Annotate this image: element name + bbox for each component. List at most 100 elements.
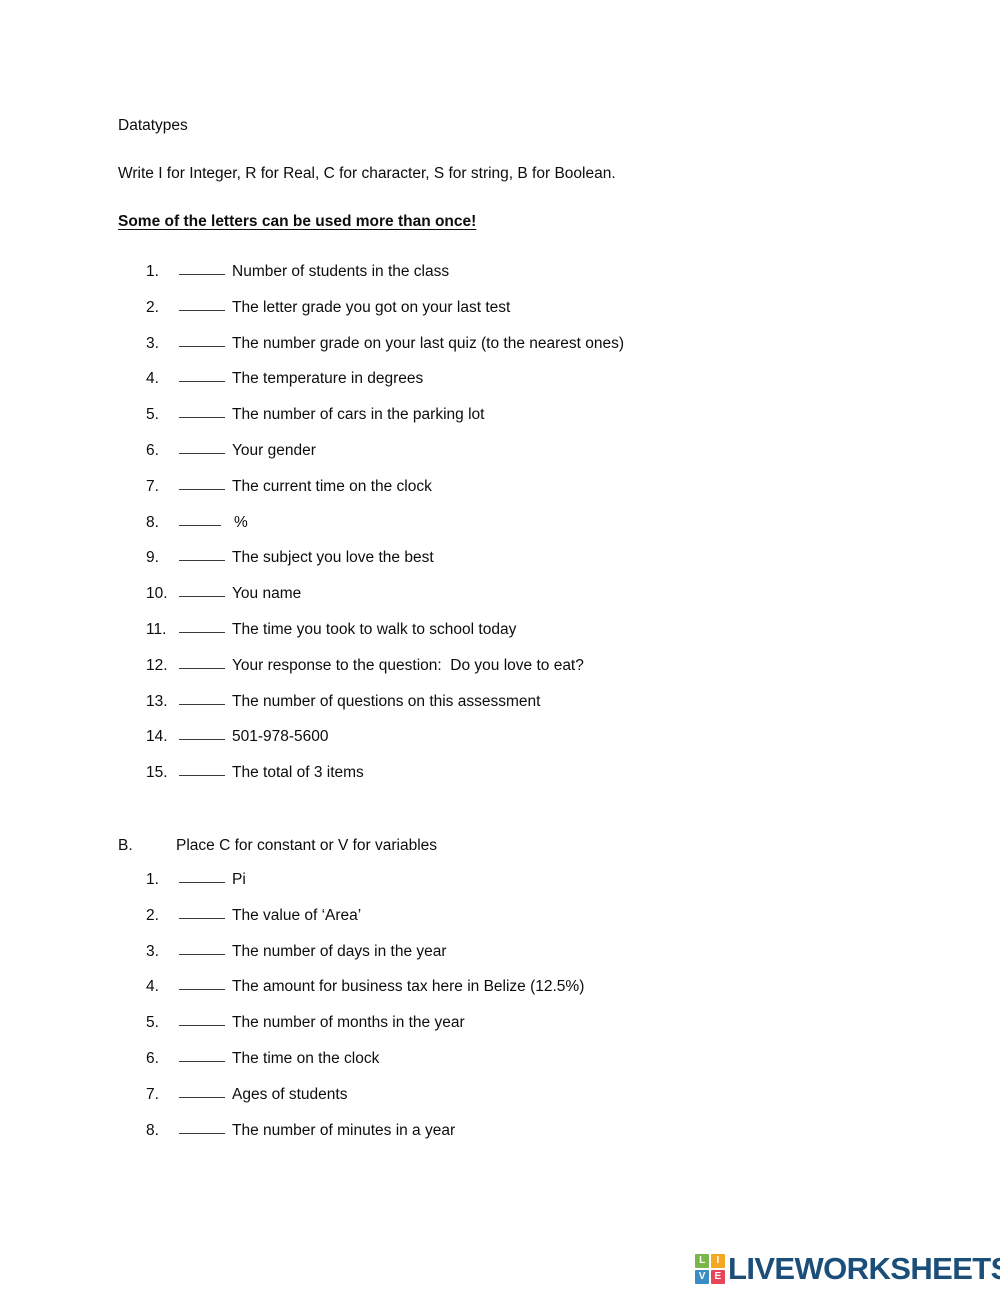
question-row: 1. Pi — [146, 871, 966, 907]
answer-blank[interactable] — [179, 656, 225, 669]
question-number: 6. — [146, 441, 159, 459]
answer-blank[interactable] — [179, 1049, 225, 1062]
question-text: Your gender — [232, 441, 316, 459]
logo-tile-v: V — [695, 1269, 710, 1284]
question-number: 7. — [146, 477, 159, 495]
question-row: 2. The letter grade you got on your last … — [146, 299, 966, 335]
question-number: 8. — [146, 1121, 159, 1139]
answer-blank[interactable] — [179, 727, 225, 741]
question-row: 6. The time on the clock — [146, 1050, 966, 1086]
answer-blank[interactable] — [179, 942, 225, 955]
answer-blank[interactable] — [179, 1121, 225, 1134]
question-row: 15. The total of 3 items — [146, 764, 966, 800]
question-number: 1. — [146, 263, 159, 280]
question-number: 10. — [146, 585, 168, 603]
question-row: 12. Your response to the question: Do you… — [146, 657, 966, 693]
question-number: 12. — [146, 656, 168, 674]
question-text: You name — [232, 585, 302, 603]
answer-blank[interactable] — [179, 513, 221, 526]
question-row: 4. The temperature in degrees — [146, 370, 966, 406]
question-row: 4. The amount for business tax here in Be… — [146, 978, 966, 1014]
question-row: 7. The current time on the clock — [146, 478, 966, 514]
answer-blank[interactable] — [179, 692, 225, 705]
question-number: 3. — [146, 942, 159, 960]
question-text: Ages of students — [232, 1085, 348, 1103]
question-number: 3. — [146, 334, 159, 352]
question-text: 501-978-5600 — [232, 728, 329, 746]
logo-tile-l: L — [695, 1254, 710, 1269]
answer-blank[interactable] — [179, 1085, 225, 1098]
question-number: 7. — [146, 1085, 159, 1103]
document-header: Datatypes Write I for Integer, R for Rea… — [118, 118, 918, 231]
answer-blank[interactable] — [179, 477, 225, 490]
logo-tile-i: I — [710, 1254, 725, 1269]
answer-blank[interactable] — [179, 763, 225, 777]
question-row: 8.% — [146, 514, 966, 550]
page-title: Datatypes — [118, 117, 188, 134]
question-text: Number of students in the class — [232, 263, 450, 280]
section-a-list: 1. Number of students in the class 2. The l… — [146, 263, 966, 800]
section-b-list: 1. Pi 2. The value of ‘Area’ 3. The number of… — [146, 871, 966, 1157]
question-number: 14. — [146, 728, 168, 746]
question-row: 9. The subject you love the best — [146, 549, 966, 585]
question-text: The number of cars in the parking lot — [232, 406, 485, 424]
question-row: 5. The number of cars in the parking lot — [146, 406, 966, 442]
section-b-title: Place C for constant or V for variables — [176, 837, 438, 854]
question-number: 9. — [146, 549, 159, 567]
answer-blank[interactable] — [179, 548, 225, 562]
question-row: 3. The number grade on your last quiz (to… — [146, 335, 966, 371]
question-row: 2. The value of ‘Area’ — [146, 907, 966, 943]
answer-blank[interactable] — [179, 441, 225, 454]
question-text: The time you took to walk to school toda… — [232, 620, 517, 638]
question-number: 15. — [146, 764, 168, 782]
section-b-letter: B. — [118, 837, 133, 854]
question-text: The current time on the clock — [232, 477, 432, 495]
question-number: 6. — [146, 1049, 159, 1067]
question-number: 2. — [146, 298, 159, 316]
question-row: 13. The number of questions on this asses… — [146, 693, 966, 729]
question-text: The value of ‘Area’ — [232, 906, 362, 924]
question-text: The temperature in degrees — [232, 370, 424, 388]
question-number: 4. — [146, 370, 159, 388]
question-number: 4. — [146, 978, 159, 996]
question-number: 1. — [146, 871, 159, 888]
answer-blank[interactable] — [179, 870, 225, 883]
answer-blank[interactable] — [179, 584, 225, 598]
instruction-line: Write I for Integer, R for Real, C for c… — [118, 164, 616, 182]
answer-blank[interactable] — [179, 369, 225, 383]
answer-blank[interactable] — [179, 405, 225, 419]
question-row: 5. The number of months in the year — [146, 1014, 966, 1050]
question-text: The total of 3 items — [232, 764, 364, 782]
answer-blank[interactable] — [179, 620, 225, 633]
answer-blank[interactable] — [179, 977, 225, 991]
question-text: The number of minutes in a year — [232, 1121, 456, 1139]
question-number: 2. — [146, 906, 159, 924]
question-row: 8. The number of minutes in a year — [146, 1122, 966, 1158]
answer-blank[interactable] — [179, 298, 225, 311]
question-row: 10. You name — [146, 585, 966, 621]
liveworksheets-wordmark: LIVEWORKSHEETS — [728, 1251, 1000, 1286]
liveworksheets-mark-icon: LIVE — [695, 1254, 725, 1284]
logo-tile-e: E — [710, 1269, 725, 1284]
question-text: The subject you love the best — [232, 549, 434, 567]
question-text: The amount for business tax here in Beli… — [232, 978, 585, 996]
answer-blank[interactable] — [179, 262, 225, 275]
emphasis-note: Some of the letters can be used more tha… — [118, 213, 477, 230]
question-text: The number of questions on this assessme… — [232, 692, 541, 710]
answer-blank[interactable] — [179, 334, 225, 347]
answer-blank[interactable] — [179, 906, 225, 919]
question-text: Pi — [232, 871, 246, 888]
question-row: 14. 501-978-5600 — [146, 728, 966, 764]
question-number: 8. — [146, 513, 159, 531]
answer-blank[interactable] — [179, 1013, 225, 1027]
question-number: 13. — [146, 692, 168, 710]
liveworksheets-logo: LIVE LIVEWORKSHEETS — [695, 1248, 1000, 1290]
question-text: The time on the clock — [232, 1049, 380, 1067]
question-text: Your response to the question: Do you lo… — [232, 656, 584, 674]
question-row: 1. Number of students in the class — [146, 263, 966, 299]
question-number: 5. — [146, 406, 159, 424]
section-b-heading: B. Place C for constant or V for variabl… — [118, 837, 437, 855]
question-text: The number grade on your last quiz (to t… — [232, 334, 625, 352]
question-row: 3. The number of days in the year — [146, 943, 966, 979]
question-number: 11. — [146, 620, 167, 638]
